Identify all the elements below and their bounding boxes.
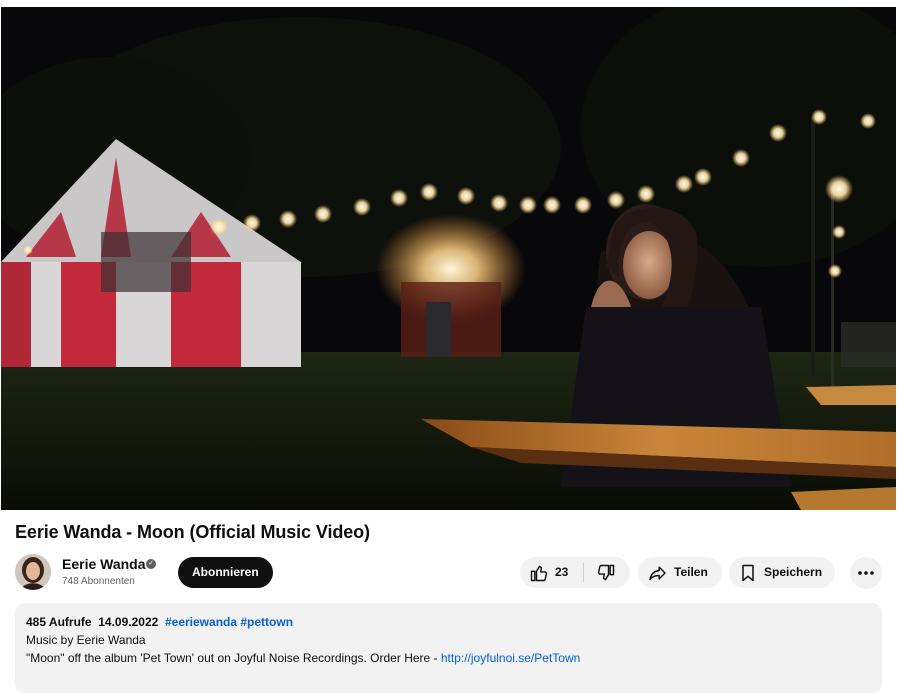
more-horizontal-icon	[858, 571, 874, 575]
description-box[interactable]: 485 Aufrufe 14.09.2022 #eeriewanda #pett…	[15, 603, 882, 693]
like-count: 23	[555, 565, 569, 579]
thumbs-down-icon	[597, 564, 615, 581]
subscriber-count: 748 Abonnenten	[62, 576, 135, 587]
description-line: Music by Eerie Wanda	[26, 633, 146, 647]
upload-date: 14.09.2022	[98, 615, 159, 629]
description-text: "Moon" off the album 'Pet Town' out on J…	[26, 651, 441, 665]
top-bar	[0, 0, 897, 7]
save-button[interactable]: Speichern	[729, 557, 835, 588]
subscribe-button[interactable]: Abonnieren	[178, 557, 273, 588]
view-count: 485 Aufrufe	[26, 615, 92, 629]
share-button[interactable]: Teilen	[638, 557, 722, 588]
owner-row: Eerie Wanda ✓ 748 Abonnenten Abonnieren …	[15, 552, 883, 592]
hashtag-link[interactable]: #pettown	[240, 615, 293, 629]
video-player[interactable]	[1, 7, 896, 510]
more-actions-button[interactable]	[850, 557, 882, 589]
hashtag-link[interactable]: #eeriewanda	[165, 615, 237, 629]
save-label: Speichern	[764, 565, 823, 579]
channel-name[interactable]: Eerie Wanda	[62, 556, 146, 572]
order-link[interactable]: http://joyfulnoi.se/PetTown	[441, 651, 580, 665]
share-arrow-icon	[649, 566, 666, 581]
description-meta: 485 Aufrufe 14.09.2022 #eeriewanda #pett…	[26, 615, 293, 629]
share-label: Teilen	[674, 565, 708, 579]
bookmark-icon	[742, 564, 754, 582]
channel-avatar[interactable]	[15, 554, 51, 590]
video-frame	[1, 7, 896, 510]
dislike-button[interactable]	[584, 557, 630, 588]
thumbs-up-icon	[530, 565, 548, 582]
like-dislike-group: 23	[520, 557, 630, 588]
video-title: Eerie Wanda - Moon (Official Music Video…	[15, 522, 370, 542]
verified-check-icon: ✓	[146, 559, 156, 569]
description-line: "Moon" off the album 'Pet Town' out on J…	[26, 651, 580, 665]
like-button[interactable]: 23	[520, 557, 584, 588]
